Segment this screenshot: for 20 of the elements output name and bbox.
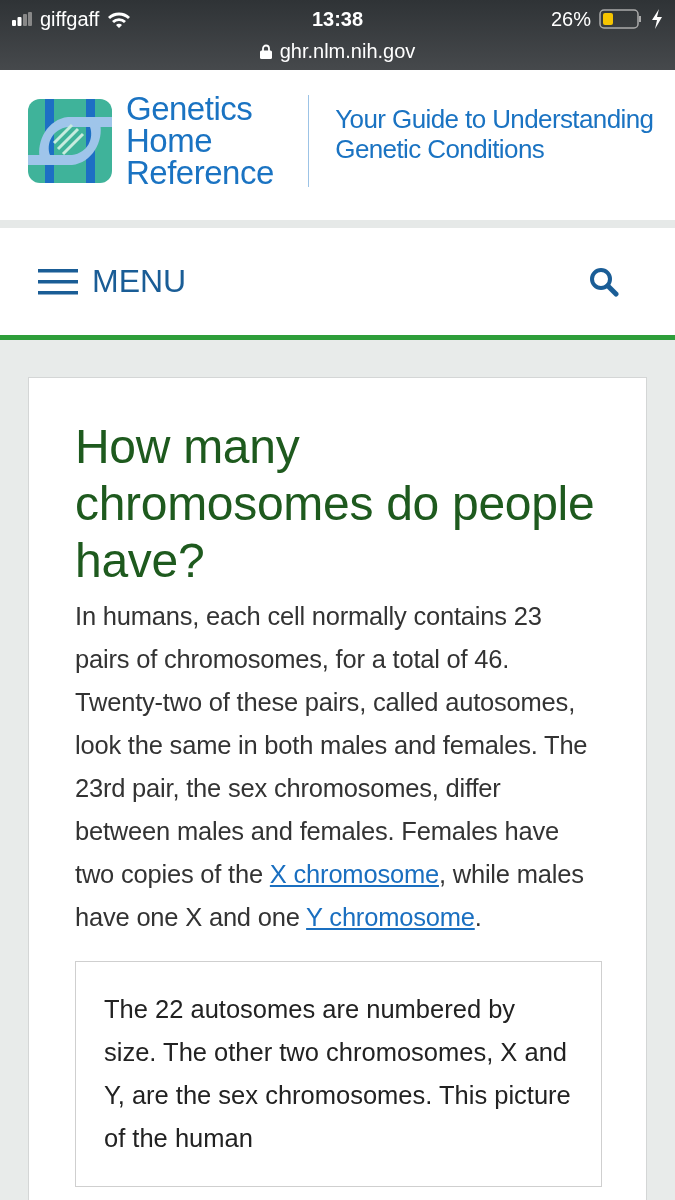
note-text: The 22 autosomes are numbered by size. The other two chromosomes, X and Y, are the sex chromosomes. This picture of the human [104,994,572,1154]
wifi-icon [107,10,132,28]
charging-bolt-icon [651,9,663,29]
text-link[interactable]: X chromosome [269,860,439,888]
site-tagline: Your Guide to Understanding Genetic Conditions [335,104,654,164]
clock-time: 13:38 [311,7,364,31]
search-icon[interactable] [589,266,619,297]
signal-icon [12,12,32,26]
battery-percent: 26% [550,7,591,31]
lock-icon [259,44,272,59]
text-link[interactable]: Y chromosome [306,903,475,931]
dna-logo-icon [28,99,112,183]
battery-icon [599,9,643,29]
menu-icon [38,268,78,295]
site-logo-text[interactable]: Genetics Home Reference [126,93,274,189]
article-paragraph: In humans, each cell normally contains 23 pairs of chromosomes, for a total of 46. Twenty-two of these pairs, called autosomes, look the same in both males and females. The 23rd pair, the sex chromosomes, differ between males and females. Females have two copies of the X chromosome, while males have one X and one Y chromosome. [75,601,589,933]
menu-button[interactable]: MENU [38,263,187,300]
article-title: How many chromosomes do people have? [75,419,596,589]
carrier-name: giffgaff [40,7,100,31]
url-text[interactable]: ghr.nlm.nih.gov [279,40,416,63]
